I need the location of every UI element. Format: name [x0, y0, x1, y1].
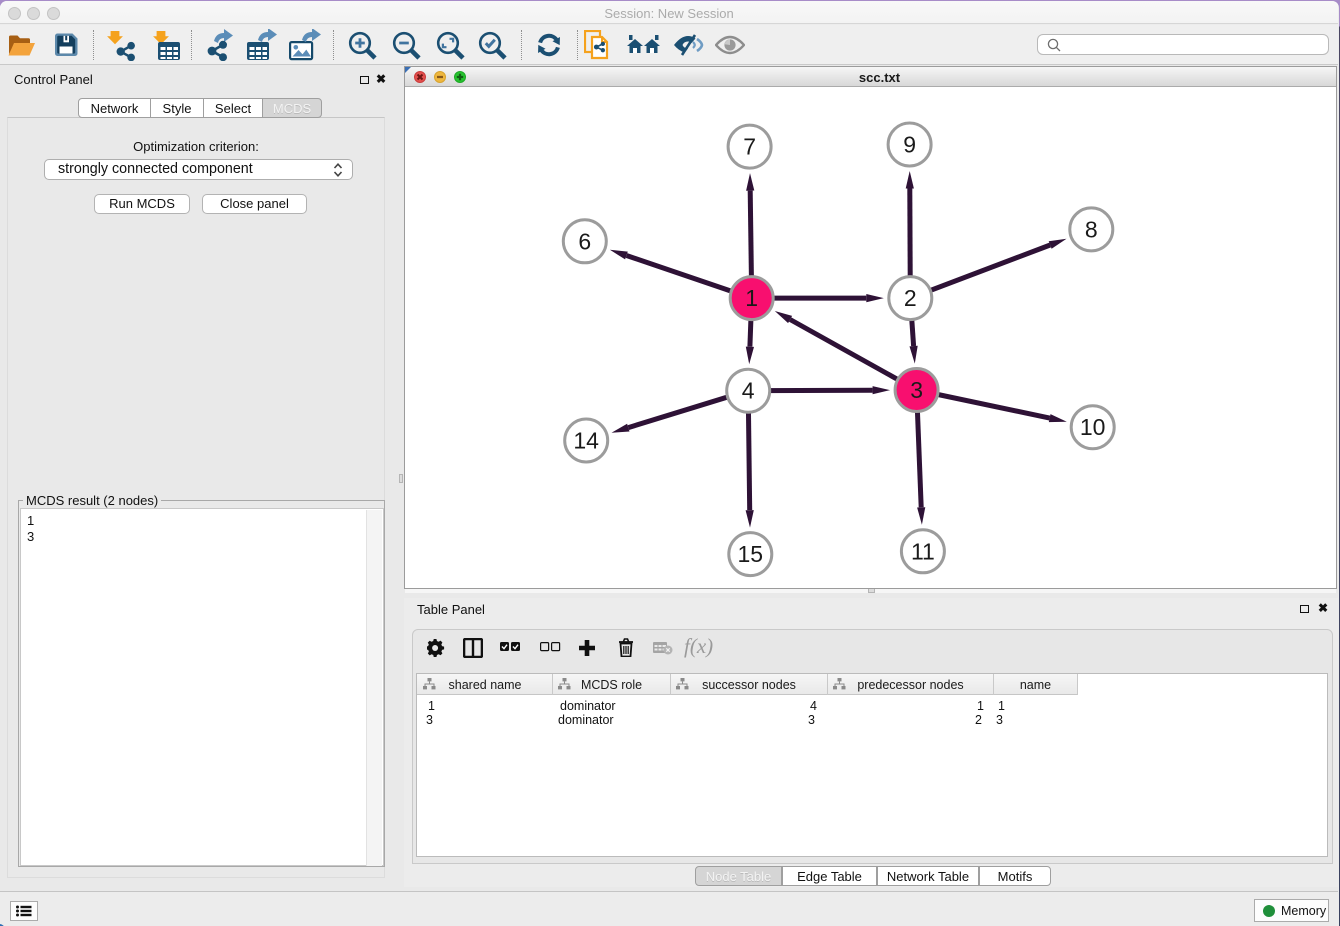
- svg-text:7: 7: [743, 134, 756, 160]
- svg-text:2: 2: [904, 285, 917, 311]
- svg-text:3: 3: [910, 377, 923, 403]
- svg-text:11: 11: [911, 538, 935, 564]
- svg-text:1: 1: [745, 285, 758, 311]
- svg-text:15: 15: [738, 541, 764, 567]
- svg-text:10: 10: [1080, 414, 1106, 440]
- svg-text:8: 8: [1085, 216, 1098, 242]
- svg-text:4: 4: [742, 378, 755, 404]
- svg-text:14: 14: [573, 428, 599, 454]
- svg-text:9: 9: [903, 132, 916, 158]
- svg-text:6: 6: [578, 228, 591, 254]
